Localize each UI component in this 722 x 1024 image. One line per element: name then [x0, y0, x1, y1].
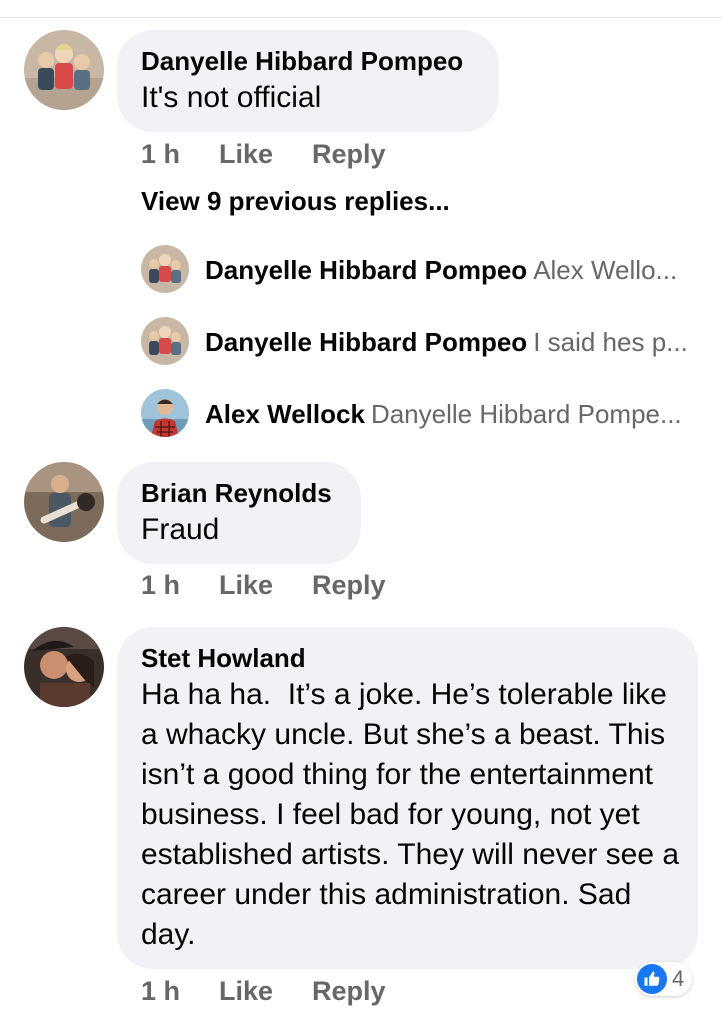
timestamp[interactable]: 1 h	[141, 976, 180, 1007]
comment-text: It's not official	[141, 81, 322, 114]
family-kids-avatar-image	[24, 30, 104, 110]
comment-author[interactable]: Danyelle Hibbard Pompeo	[141, 44, 473, 78]
comment-bubble: Danyelle Hibbard Pompeo It's not officia…	[117, 30, 499, 132]
like-button[interactable]: Like	[219, 570, 273, 601]
comment-bubble: Brian Reynolds Fraud	[117, 462, 361, 564]
couple-selfie-avatar-image	[24, 627, 104, 707]
comment-author[interactable]: Brian Reynolds	[141, 476, 335, 510]
comment-author[interactable]: Stet Howland	[141, 641, 672, 675]
reply-avatar[interactable]	[141, 389, 189, 437]
reply-button[interactable]: Reply	[312, 570, 386, 601]
reply-author[interactable]: Danyelle Hibbard Pompeo	[205, 327, 527, 357]
reply-button[interactable]: Reply	[312, 976, 386, 1007]
avatar[interactable]	[24, 462, 104, 542]
reply-preview: Alex Wello...	[533, 255, 678, 285]
timestamp[interactable]: 1 h	[141, 570, 180, 601]
reply-author[interactable]: Danyelle Hibbard Pompeo	[205, 255, 527, 285]
comment-text: Ha ha ha. It’s a joke. He’s tolerable li…	[141, 678, 688, 951]
reply-author[interactable]: Alex Wellock	[205, 399, 365, 429]
view-previous-replies-link[interactable]: View 9 previous replies...	[141, 186, 450, 217]
reply-avatar[interactable]	[141, 245, 189, 293]
thumbs-up-icon	[637, 964, 667, 994]
top-divider	[0, 17, 722, 18]
timestamp[interactable]: 1 h	[141, 139, 180, 170]
avatar[interactable]	[24, 627, 104, 707]
guitarist-avatar-image	[24, 462, 104, 542]
avatar[interactable]	[24, 30, 104, 110]
reply-item[interactable]: Danyelle Hibbard Pompeo I said hes p...	[205, 327, 688, 358]
reply-preview: I said hes p...	[533, 327, 688, 357]
plaid-shirt-avatar-image	[141, 389, 189, 437]
reply-preview: Danyelle Hibbard Pompe...	[370, 399, 682, 429]
reaction-count: 4	[672, 966, 685, 991]
reply-item[interactable]: Alex Wellock Danyelle Hibbard Pompe...	[205, 399, 682, 430]
family-kids-avatar-image	[141, 245, 189, 293]
reply-avatar[interactable]	[141, 317, 189, 365]
reply-button[interactable]: Reply	[312, 139, 386, 170]
comment-text: Fraud	[141, 513, 220, 546]
reaction-summary[interactable]: 4	[635, 962, 693, 996]
family-kids-avatar-image	[141, 317, 189, 365]
like-button[interactable]: Like	[219, 976, 273, 1007]
reply-item[interactable]: Danyelle Hibbard Pompeo Alex Wello...	[205, 255, 677, 286]
like-button[interactable]: Like	[219, 139, 273, 170]
comment-bubble: Stet Howland Ha ha ha. It’s a joke. He’s…	[117, 627, 698, 969]
